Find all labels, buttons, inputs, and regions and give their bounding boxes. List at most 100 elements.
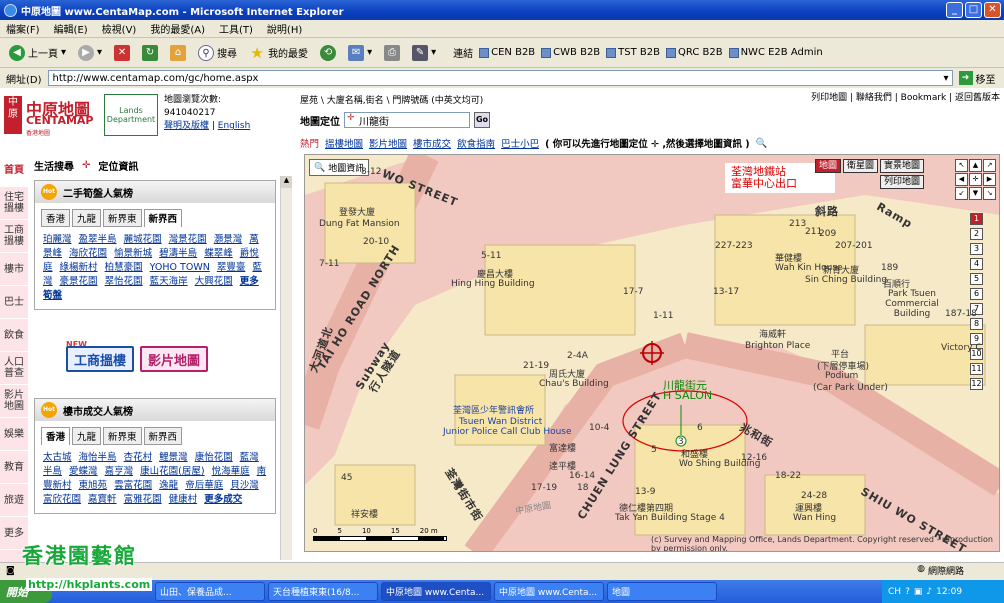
tab-hk[interactable]: 香港 <box>41 209 71 227</box>
estate-link[interactable]: 藍天海岸 <box>150 276 188 287</box>
estate-link[interactable]: 康怡花園 <box>195 452 233 463</box>
link-cen-b2b[interactable]: CEN B2B <box>479 47 535 58</box>
network-icon[interactable]: ▣ <box>914 587 923 597</box>
tab-life-search[interactable]: 生活搜尋 <box>34 158 74 173</box>
link-property-map[interactable]: 搵樓地圖 <box>325 136 363 150</box>
tab-locate-info[interactable]: 定位資訊 <box>98 158 138 173</box>
estate-link[interactable]: 帝后華庭 <box>185 480 223 491</box>
pan-sw[interactable]: ↙ <box>955 187 968 200</box>
tab-nt-west[interactable]: 新界西 <box>143 427 183 445</box>
map-type-satellite[interactable]: 衛星圖 <box>843 159 879 173</box>
minimize-button[interactable]: _ <box>946 2 963 18</box>
menu-help[interactable]: 說明(H) <box>267 21 302 36</box>
estate-link[interactable]: 柏慧豪園 <box>105 262 143 273</box>
nav-property[interactable]: 樓市 <box>0 253 28 286</box>
estate-link[interactable]: 愉景新城 <box>114 248 152 259</box>
go-search-button[interactable]: Go <box>474 112 490 128</box>
estate-link[interactable]: 富雅花園 <box>124 494 162 505</box>
estate-link[interactable]: 逸龍 <box>159 480 178 491</box>
pan-e[interactable]: ▶ <box>983 173 996 186</box>
nav-home[interactable]: 首頁 <box>0 154 28 187</box>
estate-link[interactable]: 健康村 <box>169 494 198 505</box>
address-input[interactable]: http://www.centamap.com/gc/home.aspx ▾ <box>47 70 953 86</box>
estate-link[interactable]: 嘉亨灣 <box>105 466 134 477</box>
link-qrc-b2b[interactable]: QRC B2B <box>666 47 723 58</box>
disclaimer-link[interactable]: 聲明及版權 <box>164 121 209 131</box>
estate-link[interactable]: 海欣花園 <box>69 248 107 259</box>
zoom-level-3[interactable]: 3 <box>970 243 983 255</box>
estate-link[interactable]: 悅海華庭 <box>212 466 250 477</box>
tab-nt-east[interactable]: 新界東 <box>103 209 142 227</box>
estate-link[interactable]: 愛蝶灣 <box>69 466 98 477</box>
estate-link[interactable]: 富欣花園 <box>43 494 81 505</box>
task-button[interactable]: 中原地圖 www.Centa... <box>494 582 604 601</box>
volume-icon[interactable]: ♪ <box>926 587 932 597</box>
home-button[interactable]: ⌂ <box>167 43 189 63</box>
pan-w[interactable]: ◀ <box>955 173 968 186</box>
language-indicator[interactable]: CH <box>888 587 901 597</box>
tab-hk[interactable]: 香港 <box>41 427 71 445</box>
tab-kln[interactable]: 九龍 <box>72 427 102 445</box>
close-button[interactable]: ✕ <box>984 2 1001 18</box>
nav-bus[interactable]: 巴士 <box>0 286 28 319</box>
estate-link[interactable]: 灝景灣 <box>214 234 243 245</box>
zoom-level-6[interactable]: 6 <box>970 288 983 300</box>
left-scrollbar[interactable]: ▲ <box>280 176 292 560</box>
estate-link[interactable]: 雲富花園 <box>114 480 152 491</box>
estate-link[interactable]: 海怡半島 <box>79 452 117 463</box>
menu-view[interactable]: 檢視(V) <box>102 21 137 36</box>
zoom-level-5[interactable]: 5 <box>970 273 983 285</box>
link-nwc-e2b-admin[interactable]: NWC E2B Admin <box>728 47 823 58</box>
estate-link[interactable]: 太古城 <box>43 452 72 463</box>
nav-video[interactable]: 影片地圖 <box>0 385 28 418</box>
dropdown-arrow-icon[interactable]: ▾ <box>943 73 951 84</box>
zoom-level-11[interactable]: 11 <box>970 363 983 375</box>
estate-link[interactable]: 珀麗灣 <box>43 234 72 245</box>
tab-nt-east[interactable]: 新界東 <box>103 427 142 445</box>
zoom-level-12[interactable]: 12 <box>970 378 983 390</box>
task-button[interactable]: 天台種植東東(16/8... <box>268 582 378 601</box>
tab-kln[interactable]: 九龍 <box>72 209 102 227</box>
top-links[interactable]: 列印地圖 | 聯絡我們 | Bookmark | 返回舊版本 <box>811 90 1000 103</box>
nav-dining[interactable]: 飲食 <box>0 319 28 352</box>
estate-link[interactable]: 翠豐臺 <box>217 262 246 273</box>
estate-link[interactable]: 碧濤半島 <box>159 248 197 259</box>
nav-residential[interactable]: 住宅搵樓 <box>0 187 28 220</box>
menu-file[interactable]: 檔案(F) <box>6 21 40 36</box>
nav-entertainment[interactable]: 娛樂 <box>0 418 28 451</box>
nav-travel[interactable]: 旅遊 <box>0 484 28 517</box>
zoom-level-1[interactable]: 1 <box>970 213 983 225</box>
estate-link[interactable]: 康山花園(居屋) <box>140 466 204 477</box>
pan-n[interactable]: ▲ <box>969 159 982 172</box>
menu-edit[interactable]: 編輯(E) <box>54 21 88 36</box>
maximize-button[interactable]: □ <box>965 2 982 18</box>
nav-commercial[interactable]: 工商搵樓 <box>0 220 28 253</box>
stop-button[interactable]: ✕ <box>111 43 133 63</box>
edit-button[interactable]: ✎ ▾ <box>409 43 439 63</box>
go-button[interactable]: ➜ 移至 <box>958 71 996 86</box>
forward-button[interactable]: ▶ ▾ <box>75 43 105 63</box>
english-link[interactable]: English <box>218 121 251 131</box>
estate-link[interactable]: 蝶翠峰 <box>204 248 233 259</box>
menu-tools[interactable]: 工具(T) <box>219 21 253 36</box>
estate-link[interactable]: 嘉寶軒 <box>88 494 117 505</box>
map-type-map[interactable]: 地圖 <box>815 159 842 173</box>
task-button[interactable]: 地圖 <box>607 582 717 601</box>
history-button[interactable]: ⟲ <box>317 43 339 63</box>
estate-link[interactable]: 盈翠半島 <box>79 234 117 245</box>
link-bus[interactable]: 巴士小巴 <box>501 136 539 150</box>
video-map-button[interactable]: 影片地圖 <box>140 346 209 372</box>
estate-link[interactable]: 麗城花園 <box>124 234 162 245</box>
help-icon[interactable]: ? <box>905 587 910 597</box>
estate-link[interactable]: 豪景花園 <box>60 276 98 287</box>
task-button[interactable]: 中原地圖 www.Centa... <box>381 582 491 601</box>
nav-census[interactable]: 人口普查 <box>0 352 28 385</box>
favorites-button[interactable]: ★ 我的最愛 <box>246 43 311 63</box>
zoom-level-8[interactable]: 8 <box>970 318 983 330</box>
estate-link[interactable]: 貝沙灣 <box>230 480 259 491</box>
pan-se[interactable]: ↘ <box>983 187 996 200</box>
zoom-level-2[interactable]: 2 <box>970 228 983 240</box>
estate-link[interactable]: 綠楊新村 <box>60 262 98 273</box>
mail-button[interactable]: ✉ ▾ <box>345 43 375 63</box>
tab-nt-west[interactable]: 新界西 <box>143 209 183 227</box>
